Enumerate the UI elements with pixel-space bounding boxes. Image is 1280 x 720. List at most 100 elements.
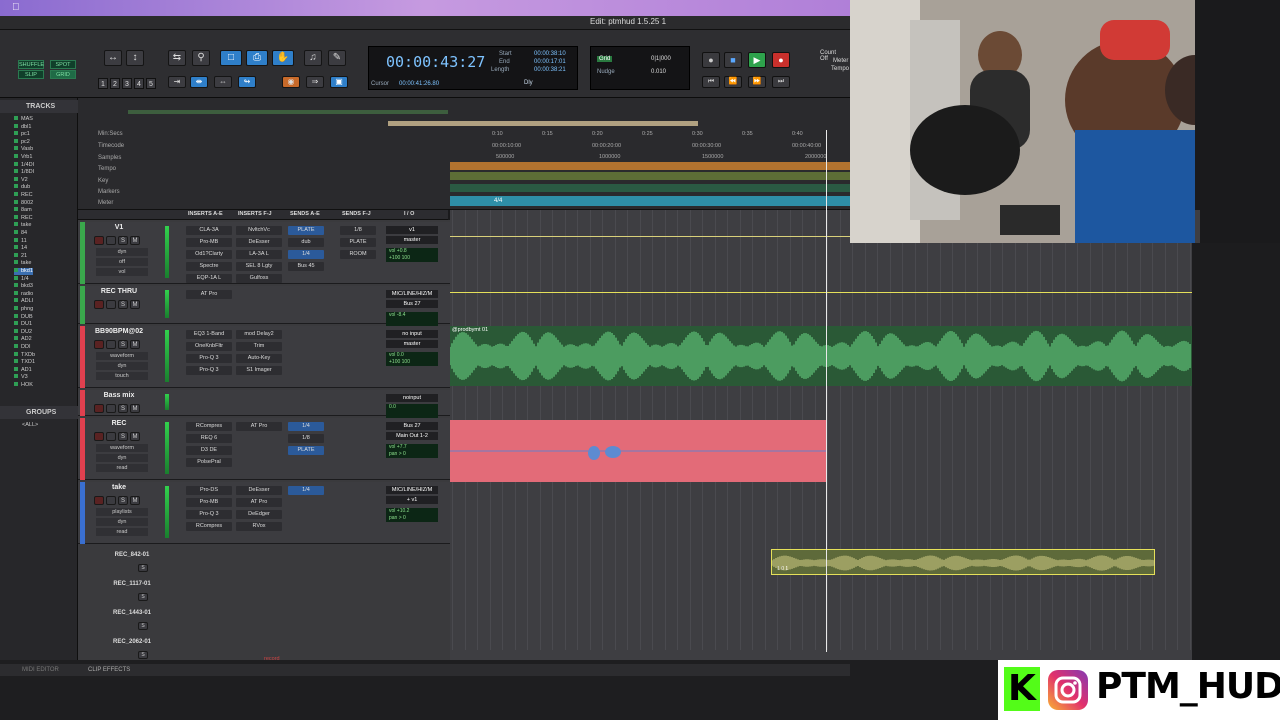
sidebar-track-item[interactable]: bkd3 [14,283,33,290]
track-visible-icon[interactable] [14,154,18,158]
sidebar-track-item[interactable]: Vasb [14,146,33,153]
selector-tool-icon[interactable]: ⎙ [246,50,268,66]
input-monitor-button[interactable] [106,404,116,413]
rewind-icon[interactable]: ⏪ [724,76,742,88]
volume-readout[interactable]: vol -8.4 [389,312,438,319]
send-slot[interactable]: Bus 45 [288,262,324,271]
solo-button[interactable]: S [118,300,128,309]
sidebar-track-item[interactable]: 8am [14,207,32,214]
meter-lane[interactable]: 4/4 [450,196,850,206]
track-header[interactable]: V1 S Mdyn off vol CLA-3A Pro-MB Od1?Clarty Spect… [78,222,450,284]
pencil-tool-icon[interactable]: ✎ [328,50,346,66]
insert-slot[interactable]: Pro-MB [186,238,232,247]
insert-slot[interactable]: EQP-1A L [186,274,232,283]
sidebar-track-item[interactable]: 1/8DI [14,169,34,176]
record-arm-button[interactable] [94,300,104,309]
output-selector[interactable]: Bus 27 [386,300,438,308]
solo-button[interactable]: S [118,340,128,349]
track-name[interactable]: REC THRU [90,288,148,295]
insert-slot[interactable]: SEL 8 Lgty [236,262,282,271]
sidebar-track-item[interactable]: 1/4 [14,275,29,283]
track-name[interactable]: BB90BPM@02 [90,328,148,335]
mute-button[interactable]: M [130,404,140,413]
pan-readout[interactable]: +100 100 [389,255,438,262]
stop-icon[interactable]: ■ [724,52,742,68]
record-arm-button[interactable] [94,496,104,505]
send-slot[interactable]: PLATE [288,446,324,455]
playlist-solo-button[interactable]: S [138,651,148,659]
solo-button[interactable]: S [118,496,128,505]
tempo-lane[interactable] [450,162,850,170]
zoom-horizontal-icon[interactable]: ↔ [104,50,122,66]
output-selector[interactable]: + v1 [386,496,438,504]
output-selector[interactable]: master [386,236,438,244]
sidebar-track-item[interactable]: ADLI [14,298,33,305]
mirror-midi-icon[interactable]: ◉ [282,76,300,88]
sidebar-track-item[interactable]: 14 [14,245,27,252]
insert-slot[interactable]: D3 DE [186,446,232,455]
input-selector[interactable]: v1 [386,226,438,234]
scrubber-tool-icon[interactable]: ♫ [304,50,322,66]
zoom-preset-2[interactable]: 2 [110,78,120,89]
main-counter[interactable]: 00:00:43:27 Start End Length 00:00:38:10… [368,46,578,90]
sidebar-track-item[interactable]: 21 [14,252,27,260]
sidebar-track-item[interactable]: HOK [14,382,33,389]
tab-to-transient-icon[interactable]: ⇥ [168,76,186,88]
markers-lane[interactable] [450,184,850,192]
insert-slot[interactable]: PolsePral [186,458,232,467]
input-selector[interactable]: MIC/LINE/HIZ/M [386,486,438,494]
nudge-value[interactable]: 0.010 [651,69,666,75]
tempo-label[interactable]: Tempo [831,66,849,72]
send-slot[interactable]: 1/4 [288,422,324,431]
track-visible-icon[interactable] [14,268,18,272]
track-visible-icon[interactable] [14,366,18,371]
trim-tool-icon[interactable]: □ [220,50,242,66]
sidebar-track-item[interactable]: 8002 [14,199,33,207]
send-slot[interactable]: PLATE [288,226,324,235]
sidebar-track-item[interactable]: REC [14,192,33,199]
track-visible-icon[interactable] [14,184,18,189]
sidebar-track-item[interactable]: 11 [14,237,27,245]
track-visible-icon[interactable] [14,374,18,379]
input-monitor-button[interactable] [106,236,116,245]
playlist-solo-button[interactable]: S [138,622,148,630]
track-visible-icon[interactable] [14,222,18,227]
length-value[interactable]: 00:00:38:21 [534,67,566,73]
track-visible-icon[interactable] [14,138,18,143]
volume-readout[interactable]: vol +7.7 [389,444,438,451]
sidebar-track-item[interactable]: radio [14,290,33,298]
link-timeline-icon[interactable]: ⇼ [190,76,208,88]
sidebar-track-item[interactable]: REC [14,214,33,222]
send-slot[interactable]: 1/4 [288,486,324,495]
insert-slot[interactable]: CLA-3A [186,226,232,235]
play-icon[interactable]: ▶ [748,52,766,68]
sidebar-track-item[interactable]: DUB [14,313,33,321]
insert-slot[interactable]: RVox [236,522,282,531]
input-selector[interactable]: noinput [386,394,438,402]
track-view-selector[interactable]: off [96,258,148,266]
insert-slot[interactable]: Trim [236,342,282,351]
end-value[interactable]: 00:00:17:01 [534,59,566,65]
input-monitor-button[interactable] [106,496,116,505]
insert-slot[interactable]: mod Delay2 [236,330,282,339]
sidebar-track-item[interactable]: pc1 [14,131,30,138]
solo-button[interactable]: S [118,432,128,441]
start-value[interactable]: 00:00:38:10 [534,51,566,57]
sidebar-track-item[interactable]: bkd1 [14,268,33,275]
insert-slot[interactable]: AT Pro [236,422,282,431]
track-visible-icon[interactable] [14,131,18,136]
zoom-preset-5[interactable]: 5 [146,78,156,89]
insert-slot[interactable]: LA-3A L [236,250,282,259]
send-slot[interactable]: 1/8 [340,226,376,235]
insert-slot[interactable]: DeEsser [236,238,282,247]
track-view-selector[interactable]: dyn [96,454,148,462]
track-visible-icon[interactable] [14,306,18,310]
apple-icon[interactable]:  [12,2,22,14]
insert-slot[interactable]: Pro-DS [186,486,232,495]
output-selector[interactable]: master [386,340,438,348]
send-slot[interactable]: ROOM [340,250,376,259]
sidebar-track-item[interactable]: DDI [14,344,30,351]
input-selector[interactable]: no input [386,330,438,338]
track-view-selector[interactable]: playlists [96,508,148,516]
track-header[interactable]: REC THRU S M AT Pro MIC/LINE/HIZ/M Bus 27 vol … [78,286,450,326]
